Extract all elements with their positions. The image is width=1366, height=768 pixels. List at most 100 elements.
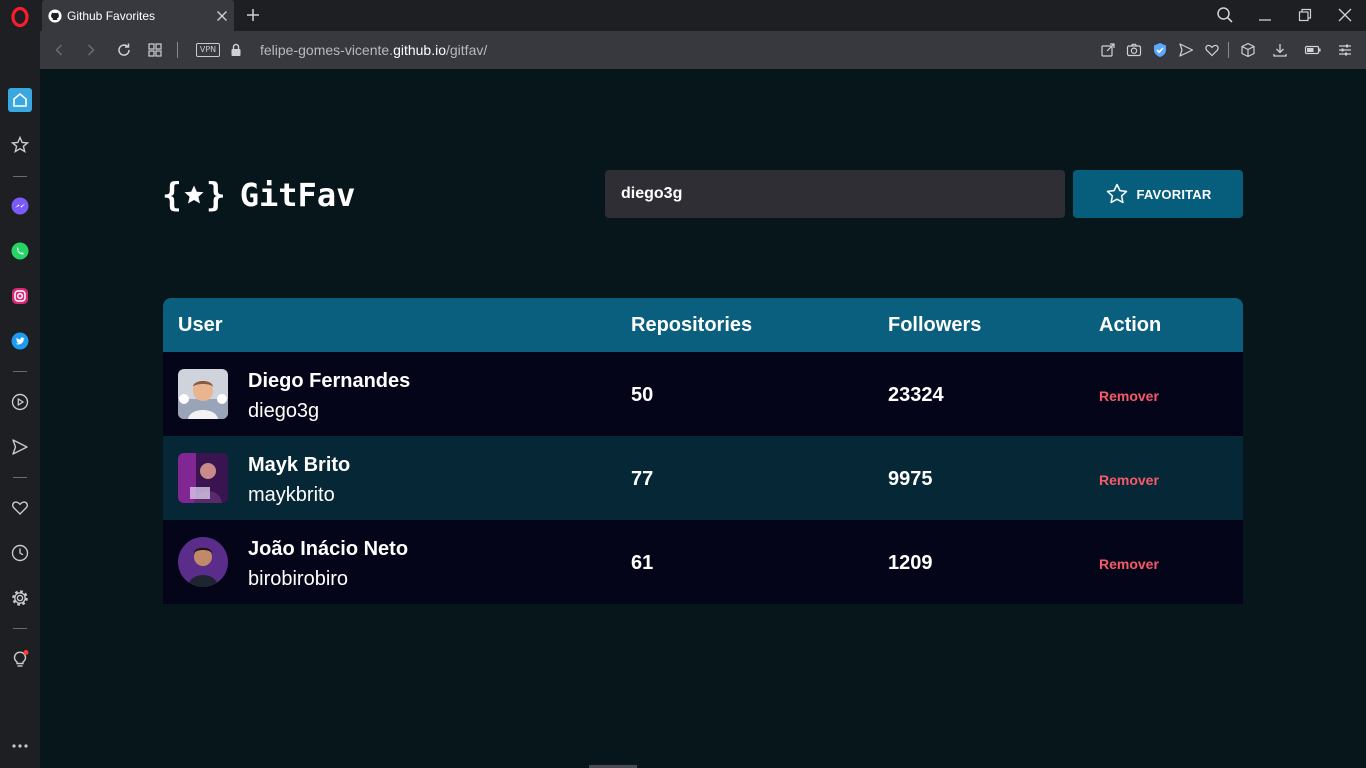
chevron-left-icon	[55, 44, 63, 56]
followers-count: 9975	[888, 468, 933, 490]
url-prefix: felipe-gomes-vicente.	[260, 42, 394, 58]
battery-saver-button[interactable]	[1303, 40, 1323, 60]
tab-bar: Github Favorites	[40, 0, 1366, 31]
logo-close-brace: }	[205, 175, 226, 214]
easy-setup-button[interactable]	[1335, 40, 1355, 60]
grid-icon	[148, 43, 162, 57]
history-icon[interactable]	[8, 541, 32, 565]
cube-icon	[1241, 42, 1255, 58]
instagram-icon[interactable]	[8, 284, 32, 308]
favorites-table: User Repositories Followers Action Diego…	[163, 298, 1243, 604]
plus-icon	[247, 9, 259, 21]
avatar[interactable]	[178, 453, 228, 503]
followers-count: 1209	[888, 552, 933, 574]
messenger-icon[interactable]	[8, 194, 32, 218]
remove-button[interactable]: Remover	[1099, 556, 1159, 572]
reload-icon	[118, 43, 130, 56]
download-icon	[1273, 44, 1287, 57]
favorite-button[interactable]: FAVORITAR	[1073, 170, 1243, 218]
table-row: Mayk Brito maykbrito 77 9975 Remover	[163, 436, 1243, 520]
table-row: Diego Fernandes diego3g 50 23324 Remover	[163, 352, 1243, 436]
favorite-button-label: FAVORITAR	[1136, 186, 1212, 202]
restore-icon	[1298, 8, 1312, 22]
search-icon	[1217, 7, 1233, 23]
lock-icon[interactable]	[226, 40, 246, 60]
send-icon	[1179, 43, 1194, 57]
camera-icon	[1126, 43, 1142, 57]
browser-tab[interactable]: Github Favorites	[42, 0, 234, 31]
user-login: diego3g	[248, 400, 320, 422]
shield-icon	[1154, 43, 1166, 57]
address-divider	[177, 42, 178, 58]
extensions-button[interactable]	[1238, 40, 1258, 60]
column-header-action: Action	[1099, 314, 1162, 336]
tabs-overview-button[interactable]	[145, 40, 165, 60]
table-row: João Inácio Neto birobirobiro 61 1209 Re…	[163, 520, 1243, 604]
bookmarks-icon[interactable]	[8, 133, 32, 157]
share-icon	[1101, 43, 1115, 57]
repositories-count: 61	[631, 552, 654, 574]
lightbulb-icon[interactable]	[8, 647, 32, 671]
user-name: Diego Fernandes	[248, 370, 411, 392]
forward-button[interactable]	[81, 40, 101, 60]
sidebar-divider	[13, 176, 27, 177]
address-divider	[1228, 42, 1229, 58]
send-icon[interactable]	[8, 435, 32, 459]
table-header: User Repositories Followers Action	[163, 298, 1243, 352]
sidebar-divider	[13, 477, 27, 478]
heart-icon	[1205, 44, 1219, 57]
column-header-followers: Followers	[888, 314, 982, 336]
user-name: Mayk Brito	[248, 454, 351, 476]
settings-sliders-icon	[1339, 44, 1351, 56]
restore-button[interactable]	[1291, 2, 1319, 28]
minimize-icon	[1259, 19, 1271, 21]
address-bar: VPN felipe-gomes-vicente.github.io/gitfa…	[40, 31, 1366, 69]
url-text[interactable]: felipe-gomes-vicente.github.io/gitfav/	[260, 42, 487, 58]
avatar[interactable]	[178, 537, 228, 587]
github-favicon-icon	[48, 8, 62, 23]
tab-search-button[interactable]	[1211, 2, 1239, 28]
close-window-button[interactable]	[1331, 2, 1359, 28]
vpn-badge[interactable]: VPN	[196, 43, 220, 57]
adblock-button[interactable]	[1150, 40, 1170, 60]
browser-sidebar	[0, 0, 40, 768]
back-button[interactable]	[49, 40, 69, 60]
url-path: /gitfav/	[446, 42, 488, 58]
page-content: { } GitFav FAVORITAR User Repositories F…	[40, 69, 1366, 768]
sidebar-divider	[13, 371, 27, 372]
heart-icon[interactable]	[8, 496, 32, 520]
minimize-button[interactable]	[1251, 2, 1279, 28]
new-tab-button[interactable]	[242, 4, 264, 26]
remove-button[interactable]: Remover	[1099, 472, 1159, 488]
whatsapp-icon[interactable]	[8, 239, 32, 263]
reload-button[interactable]	[114, 40, 134, 60]
search-input[interactable]	[605, 170, 1065, 218]
player-icon[interactable]	[8, 390, 32, 414]
logo-open-brace: {	[162, 175, 182, 214]
more-icon[interactable]	[8, 734, 32, 758]
home-icon[interactable]	[8, 88, 32, 112]
share-button[interactable]	[1098, 40, 1118, 60]
sidebar-divider	[13, 628, 27, 629]
twitter-icon[interactable]	[8, 329, 32, 353]
repositories-count: 50	[631, 384, 654, 406]
close-tab-icon[interactable]	[210, 4, 234, 28]
close-icon	[1338, 8, 1352, 22]
downloads-button[interactable]	[1270, 40, 1290, 60]
gitfav-logo: { } GitFav	[162, 175, 355, 214]
battery-icon	[1304, 45, 1321, 55]
opera-logo-icon[interactable]	[8, 5, 32, 29]
settings-icon[interactable]	[8, 586, 32, 610]
avatar[interactable]	[178, 369, 228, 419]
user-name: João Inácio Neto	[248, 538, 409, 560]
user-login: birobirobiro	[248, 568, 349, 590]
send-to-flow-button[interactable]	[1176, 40, 1196, 60]
snapshot-button[interactable]	[1124, 40, 1144, 60]
bookmark-heart-button[interactable]	[1202, 40, 1222, 60]
column-header-user: User	[178, 314, 223, 336]
user-login: maykbrito	[248, 484, 335, 506]
star-icon	[1106, 183, 1127, 204]
followers-count: 23324	[888, 384, 944, 406]
url-host: github.io	[393, 42, 446, 58]
remove-button[interactable]: Remover	[1099, 388, 1159, 404]
